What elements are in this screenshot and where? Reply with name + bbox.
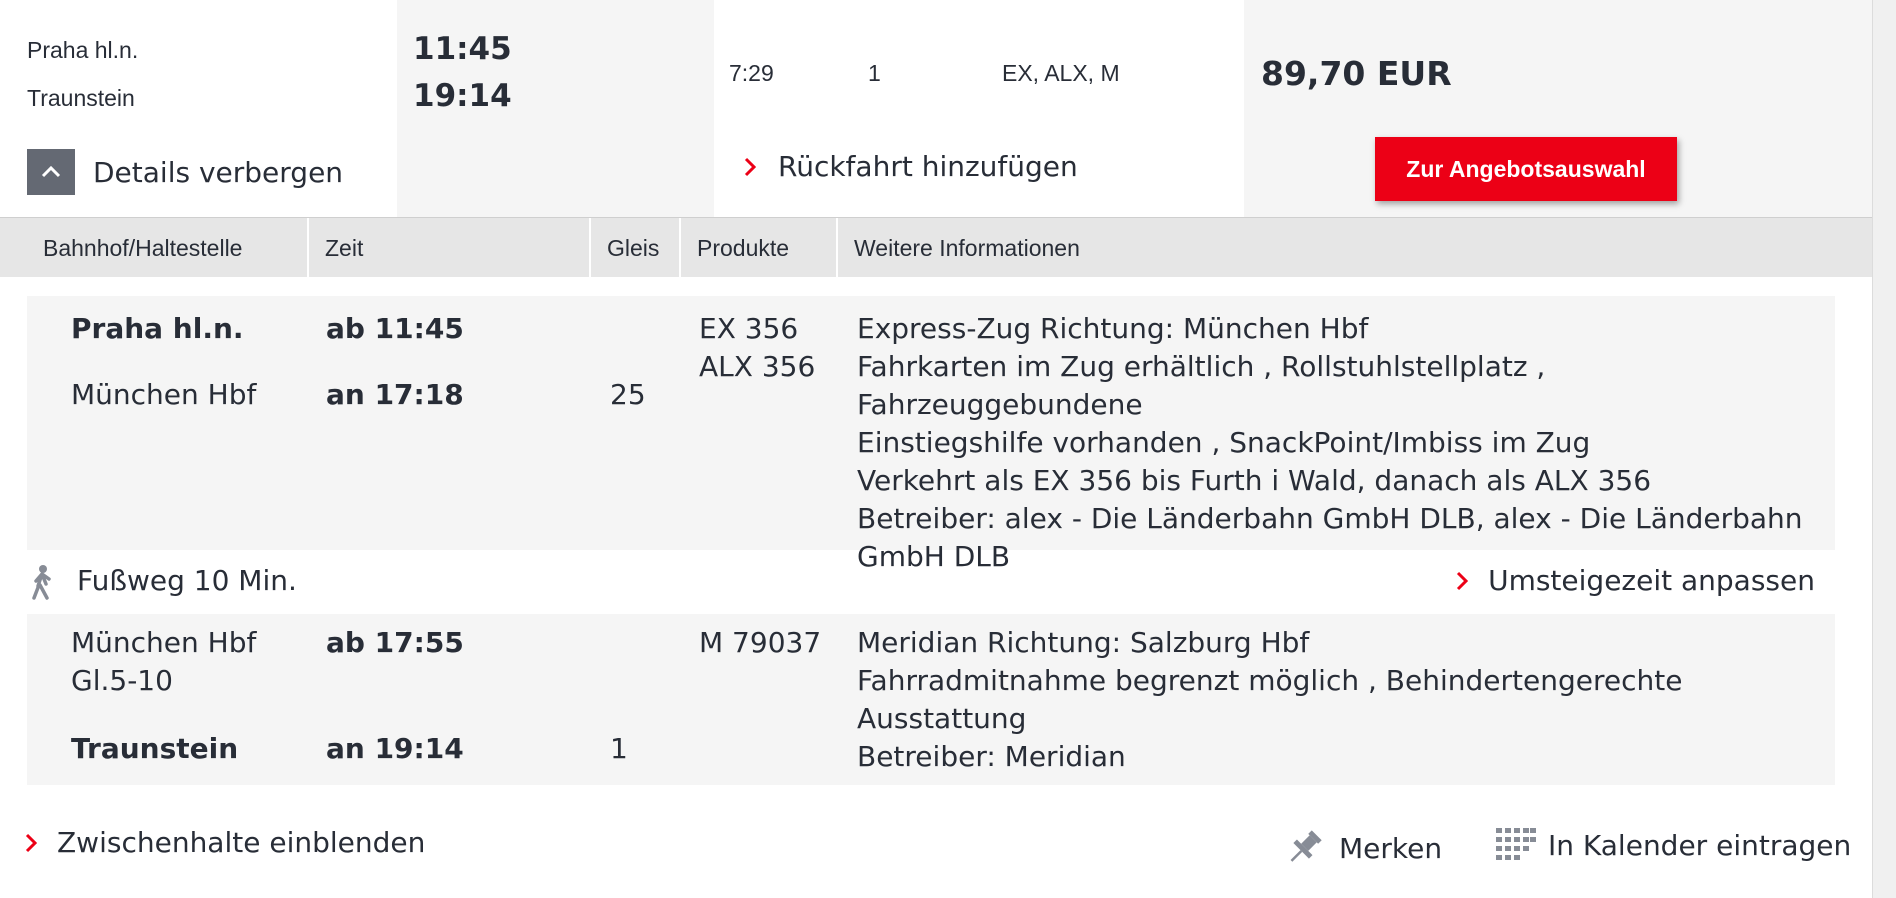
calendar-icon (1496, 828, 1536, 860)
leg-arrival-time: an 17:18 (326, 378, 464, 411)
return-trip-label: Rückfahrt hinzufügen (778, 150, 1078, 183)
add-to-calendar-label: In Kalender eintragen (1548, 828, 1852, 862)
column-header-info: Weitere Informationen (854, 234, 1080, 261)
leg-product: EX 356 (699, 312, 799, 345)
leg-info: Express-Zug Richtung: München Hbf Fahrka… (857, 310, 1817, 576)
summary-arrival-time: 19:14 (413, 78, 512, 114)
summary-products: EX, ALX, M (1002, 60, 1120, 86)
details-toggle-label: Details verbergen (93, 155, 344, 189)
leg-info: Meridian Richtung: Salzburg Hbf Fahrradm… (857, 624, 1817, 776)
column-header-station: Bahnhof/Haltestelle (27, 218, 309, 278)
leg-departure-station: München Hbf (71, 626, 257, 659)
show-intermediate-stops-link[interactable]: Zwischenhalte einblenden (25, 826, 425, 859)
pin-icon (1290, 830, 1322, 862)
summary-changes: 1 (868, 60, 881, 86)
leg-departure-station: Praha hl.n. (71, 312, 244, 345)
column-header-platform: Gleis (591, 218, 681, 278)
leg-departure-platform-note: Gl.5-10 (71, 664, 173, 697)
column-header-time: Zeit (309, 218, 591, 278)
chevron-up-icon (27, 149, 75, 195)
walking-person-icon (32, 565, 51, 600)
walk-duration-label: Fußweg 10 Min. (77, 564, 297, 597)
adjust-transfer-time-label: Umsteigezeit anpassen (1488, 564, 1815, 597)
summary-to-station: Traunstein (27, 85, 135, 111)
leg-info-line: Einstiegshilfe vorhanden , SnackPoint/Im… (857, 426, 1591, 459)
offer-selection-button[interactable]: Zur Angebotsauswahl (1375, 137, 1677, 201)
leg-info-line: Meridian Richtung: Salzburg Hbf (857, 626, 1310, 659)
chevron-right-icon (25, 833, 37, 852)
chevron-right-icon (744, 157, 756, 176)
scrollbar-gutter (1872, 0, 1896, 898)
adjust-transfer-time-link[interactable]: Umsteigezeit anpassen (1456, 564, 1815, 597)
leg-info-line: Fahrradmitnahme begrenzt möglich , Behin… (857, 664, 1683, 735)
leg-arrival-station: Traunstein (71, 732, 239, 765)
leg-arrival-station: München Hbf (71, 378, 257, 411)
show-intermediate-stops-label: Zwischenhalte einblenden (57, 826, 426, 859)
summary-stations: Praha hl.n. Traunstein Details verbergen (0, 0, 397, 217)
summary-from-station: Praha hl.n. (27, 37, 139, 63)
summary-departure-time: 11:45 (413, 31, 512, 67)
save-connection-label: Merken (1339, 831, 1443, 865)
leg-product: ALX 356 (699, 350, 816, 383)
leg-info-line: Betreiber: alex - Die Länderbahn GmbH DL… (857, 502, 1803, 535)
journey-leg: München Hbf Gl.5-10 ab 17:55 Traunstein … (27, 614, 1835, 785)
summary-duration: 7:29 (729, 60, 774, 86)
column-header-products: Produkte (681, 218, 838, 278)
journey-leg: Praha hl.n. ab 11:45 München Hbf an 17:1… (27, 296, 1835, 573)
add-to-calendar-button[interactable]: In Kalender eintragen (1496, 828, 1851, 862)
leg-info-line: Verkehrt als EX 356 bis Furth i Wald, da… (857, 464, 1652, 497)
save-connection-button[interactable]: Merken (1283, 828, 1442, 868)
connection-summary: Praha hl.n. Traunstein Details verbergen… (0, 0, 1872, 217)
details-toggle[interactable]: Details verbergen (27, 149, 343, 195)
leg-info-line: Express-Zug Richtung: München Hbf (857, 312, 1369, 345)
summary-details: 7:29 1 EX, ALX, M Rückfahrt hinzufügen (714, 0, 1244, 217)
leg-info-line: Fahrkarten im Zug erhältlich , Rollstuhl… (857, 350, 1546, 421)
summary-price-panel: 89,70 EUR Zur Angebotsauswahl (1244, 0, 1872, 217)
summary-price: 89,70 EUR (1261, 54, 1452, 93)
leg-arrival-platform: 1 (610, 732, 628, 765)
chevron-right-icon (1457, 571, 1469, 590)
return-trip-link[interactable]: Rückfahrt hinzufügen (744, 150, 1078, 183)
table-header: Bahnhof/Haltestelle Zeit Gleis Produkte … (0, 217, 1872, 278)
transfer-row: Fußweg 10 Min. Umsteigezeit anpassen (0, 560, 1835, 608)
leg-arrival-platform: 25 (610, 378, 646, 411)
summary-times: 11:45 19:14 (397, 0, 714, 217)
leg-product: M 79037 (699, 626, 822, 659)
journey-actions: Zwischenhalte einblenden Merken In Kalen… (0, 820, 1872, 880)
leg-departure-time: ab 11:45 (326, 312, 464, 345)
leg-arrival-time: an 19:14 (326, 732, 464, 765)
leg-departure-time: ab 17:55 (326, 626, 464, 659)
leg-info-line: Betreiber: Meridian (857, 740, 1126, 773)
